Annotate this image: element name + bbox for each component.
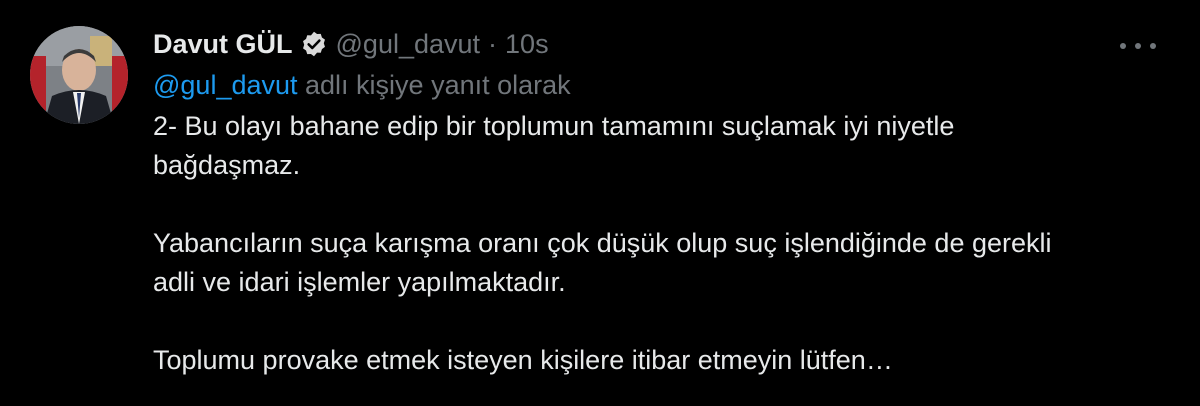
avatar[interactable] (30, 26, 128, 124)
tweet-paragraph: 2- Bu olayı bahane edip bir toplumun tam… (153, 107, 1160, 185)
reply-context-text: adlı kişiye yanıt olarak (297, 70, 571, 100)
tweet-line: Toplumu provake etmek isteyen kişilere i… (153, 345, 893, 375)
tweet-line: adli ve idari işlemler yapılmaktadır. (153, 267, 566, 297)
author-handle[interactable]: @gul_davut (336, 29, 481, 60)
tweet-timestamp[interactable]: 10s (505, 29, 549, 60)
tweet-line: 2- Bu olayı bahane edip bir toplumun tam… (153, 111, 955, 141)
tweet-header: Davut GÜL @gul_davut · 10s (153, 24, 1160, 64)
reply-mention-link[interactable]: @gul_davut (153, 70, 298, 100)
tweet-text: 2- Bu olayı bahane edip bir toplumun tam… (153, 107, 1160, 380)
tweet-line: Yabancıların suça karışma oranı çok düşü… (153, 228, 1052, 258)
tweet-paragraph: Toplumu provake etmek isteyen kişilere i… (153, 341, 1160, 380)
tweet-line: bağdaşmaz. (153, 150, 301, 180)
more-options-icon[interactable] (1118, 36, 1158, 56)
verified-badge-icon (300, 30, 328, 58)
avatar-photo (30, 26, 128, 124)
tweet-content: Davut GÜL @gul_davut · 10s @gul_davut ad… (153, 24, 1160, 380)
tweet: Davut GÜL @gul_davut · 10s @gul_davut ad… (0, 0, 1200, 406)
tweet-paragraph: Yabancıların suça karışma oranı çok düşü… (153, 224, 1160, 302)
reply-context: @gul_davut adlı kişiye yanıt olarak (153, 70, 1160, 101)
author-display-name[interactable]: Davut GÜL (153, 29, 293, 60)
header-separator: · (488, 28, 498, 59)
